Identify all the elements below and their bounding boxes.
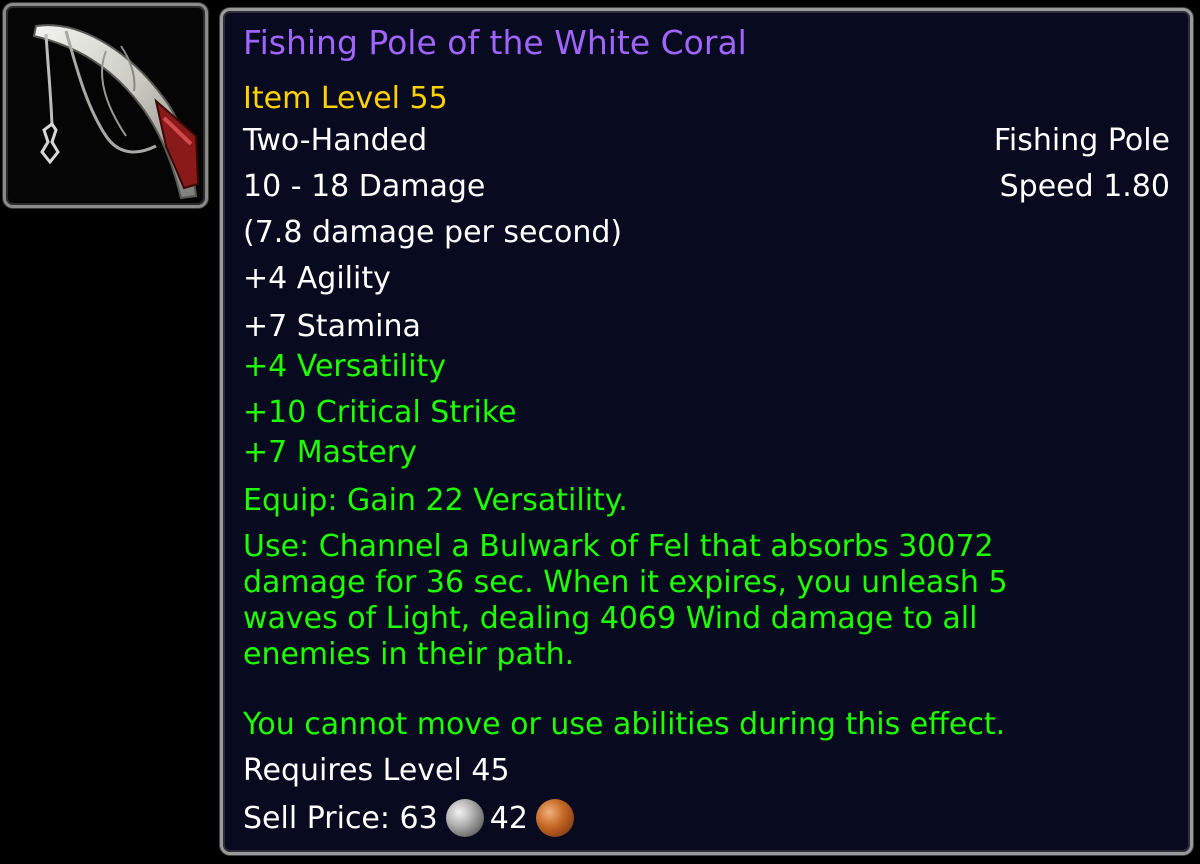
item-slot: Two-Handed [243, 123, 428, 158]
sell-copper-amount: 42 [489, 801, 528, 836]
stat-agility: +4 Agility [243, 261, 391, 296]
stat-critical-strike: +10 Critical Strike [243, 395, 517, 430]
item-icon-frame[interactable] [3, 3, 208, 208]
stat-versatility: +4 Versatility [243, 349, 447, 384]
sell-silver-amount: 63 [399, 801, 438, 836]
damage-row: 10 - 18 Damage Speed 1.80 [243, 169, 1170, 205]
use-effect-line: Use: Channel a Bulwark of Fel that absor… [243, 529, 994, 564]
silver-coin-icon [445, 799, 484, 837]
item-level: Item Level 55 [243, 81, 448, 116]
sell-price-label: Sell Price: [243, 801, 390, 836]
copper-coin-icon [535, 799, 574, 837]
stat-mastery: +7 Mastery [243, 435, 417, 470]
equip-effect: Equip: Gain 22 Versatility. [243, 483, 628, 518]
item-speed: Speed 1.80 [999, 169, 1170, 204]
item-type: Fishing Pole [993, 123, 1170, 158]
use-effect-line: enemies in their path. [243, 637, 575, 672]
item-dps: (7.8 damage per second) [243, 215, 623, 250]
item-tooltip: Fishing Pole of the White Coral Item Lev… [220, 8, 1193, 855]
requires-level: Requires Level 45 [243, 753, 510, 788]
use-effect-note: You cannot move or use abilities during … [243, 707, 1006, 742]
sell-price: Sell Price: 63 42 [243, 799, 1170, 837]
fishing-pole-icon [32, 24, 200, 200]
item-name: Fishing Pole of the White Coral [243, 23, 747, 62]
slot-row: Two-Handed Fishing Pole [243, 123, 1170, 159]
item-damage: 10 - 18 Damage [243, 169, 486, 204]
stat-stamina: +7 Stamina [243, 309, 421, 344]
use-effect-line: waves of Light, dealing 4069 Wind damage… [243, 601, 978, 636]
use-effect-line: damage for 36 sec. When it expires, you … [243, 565, 1008, 600]
